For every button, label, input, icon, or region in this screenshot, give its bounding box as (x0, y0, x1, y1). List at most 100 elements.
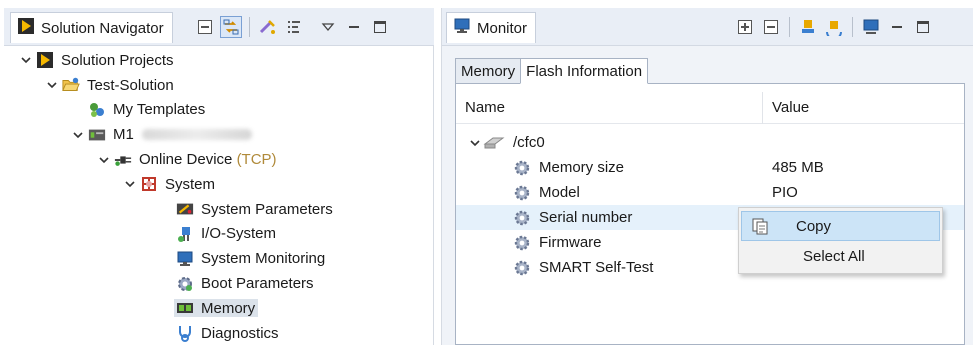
tree-item-label: Solution Projects (61, 51, 174, 69)
list-view-icon[interactable] (283, 16, 305, 38)
row-value: 485 MB (772, 159, 824, 176)
table-row[interactable]: Memory size 485 MB (456, 155, 964, 180)
tree-item-io-system[interactable]: I/O-System (4, 222, 434, 247)
tree-item-my-templates[interactable]: My Templates (4, 98, 434, 123)
navigator-header: Solution Navigator (4, 8, 434, 46)
monitor-pane: Monitor Memory Flash Information Name Va… (441, 8, 973, 345)
monitor-icon (453, 17, 471, 39)
tree-item-label: Online Device (139, 151, 233, 169)
obscured-text (141, 129, 252, 141)
table-header: Name Value (456, 91, 964, 124)
copy-icon (750, 216, 770, 236)
tree-item-online-device[interactable]: Online Device (TCP) (4, 147, 434, 172)
tab-solution-navigator[interactable]: Solution Navigator (10, 12, 173, 43)
monitor-inner-tabs: Memory Flash Information (455, 58, 649, 84)
tree-item-label: System (165, 175, 216, 193)
expand-all-icon[interactable] (734, 16, 756, 38)
monitor-toolbar (734, 16, 934, 38)
tree-item-label: Diagnostics (201, 324, 279, 342)
table-row[interactable]: /cfc0 (456, 130, 964, 155)
monitor-header: Monitor (442, 8, 973, 46)
collapse-all-icon[interactable] (760, 16, 782, 38)
tree-item-system[interactable]: System (4, 172, 434, 197)
tree-item-test-solution[interactable]: Test-Solution (4, 73, 434, 98)
context-menu: Copy Select All (738, 207, 943, 274)
solution-navigator-pane: Solution Navigator Solution Projects Tes… (4, 8, 434, 345)
drive-icon (483, 134, 505, 152)
tree-item-memory[interactable]: Memory (4, 296, 434, 321)
diagnostics-icon (176, 324, 194, 343)
tree-item-label: Boot Parameters (201, 275, 314, 293)
refresh-icon[interactable] (823, 16, 845, 38)
solution-projects-icon (36, 51, 54, 69)
view-menu-icon[interactable] (317, 16, 339, 38)
connection-type-label: (TCP) (236, 151, 277, 169)
property-gear-icon (513, 234, 531, 252)
solution-navigator-icon (17, 17, 35, 39)
tree-item-diagnostics[interactable]: Diagnostics (4, 321, 434, 345)
filter-icon[interactable] (257, 16, 279, 38)
tree-item-system-monitoring[interactable]: System Monitoring (4, 246, 434, 271)
tree-item-system-parameters[interactable]: System Parameters (4, 197, 434, 222)
collapse-all-icon[interactable] (194, 16, 216, 38)
solution-tree: Solution Projects Test-Solution My Templ… (4, 48, 434, 345)
menu-item-label: Select All (803, 247, 865, 265)
tree-item-solution-projects[interactable]: Solution Projects (4, 48, 434, 73)
templates-icon (88, 101, 106, 119)
folder-open-icon (62, 76, 80, 94)
property-gear-icon (513, 259, 531, 277)
table-row[interactable]: Model PIO (456, 180, 964, 205)
online-device-icon (114, 151, 132, 169)
chevron-down-icon[interactable] (467, 135, 483, 151)
minimize-icon[interactable] (343, 16, 365, 38)
monitor-view-icon[interactable] (860, 16, 882, 38)
connect-icon[interactable] (797, 16, 819, 38)
column-header-value[interactable]: Value (763, 92, 809, 124)
column-header-name[interactable]: Name (456, 91, 763, 124)
monitor-icon (176, 250, 194, 268)
system-parameters-icon (176, 200, 194, 218)
tree-item-m1[interactable]: M1 (4, 122, 434, 147)
system-icon (140, 175, 158, 193)
row-name: Serial number (539, 209, 633, 226)
row-name: Model (539, 184, 580, 201)
io-system-icon (176, 225, 194, 243)
maximize-icon[interactable] (369, 16, 391, 38)
property-gear-icon (513, 159, 531, 177)
memory-chip-icon (176, 299, 194, 317)
chevron-down-icon[interactable] (44, 77, 60, 93)
chevron-down-icon[interactable] (70, 127, 86, 143)
row-name: /cfc0 (513, 134, 545, 151)
property-gear-icon (513, 209, 531, 227)
row-name: Memory size (539, 159, 625, 176)
tab-memory[interactable]: Memory (455, 58, 522, 84)
row-name: Firmware (539, 234, 602, 251)
chevron-down-icon[interactable] (122, 176, 138, 192)
navigator-toolbar (194, 16, 391, 38)
menu-item-label: Copy (796, 217, 832, 235)
tab-label: Solution Navigator (41, 19, 164, 37)
row-value: PIO (772, 184, 798, 201)
tree-item-boot-parameters[interactable]: Boot Parameters (4, 271, 434, 296)
menu-item-copy[interactable]: Copy (741, 211, 940, 241)
tree-item-label: I/O-System (201, 225, 277, 243)
row-name: SMART Self-Test (539, 259, 654, 276)
tree-item-label: System Parameters (201, 200, 333, 218)
tab-label: Monitor (477, 19, 528, 37)
minimize-icon[interactable] (886, 16, 908, 38)
tree-item-label: System Monitoring (201, 250, 326, 268)
chevron-down-icon[interactable] (18, 52, 34, 68)
tab-flash-information[interactable]: Flash Information (520, 58, 649, 84)
tab-monitor[interactable]: Monitor (446, 12, 537, 43)
link-with-editor-icon[interactable] (220, 16, 242, 38)
chevron-down-icon[interactable] (96, 152, 112, 168)
tree-item-label: My Templates (113, 101, 206, 119)
boot-gear-icon (176, 275, 194, 293)
tree-item-label: Memory (201, 299, 256, 317)
maximize-icon[interactable] (912, 16, 934, 38)
device-module-icon (88, 126, 106, 144)
menu-item-select-all[interactable]: Select All (741, 241, 940, 271)
tree-item-label: M1 (113, 126, 134, 144)
tree-item-label: Test-Solution (87, 76, 174, 94)
property-gear-icon (513, 184, 531, 202)
